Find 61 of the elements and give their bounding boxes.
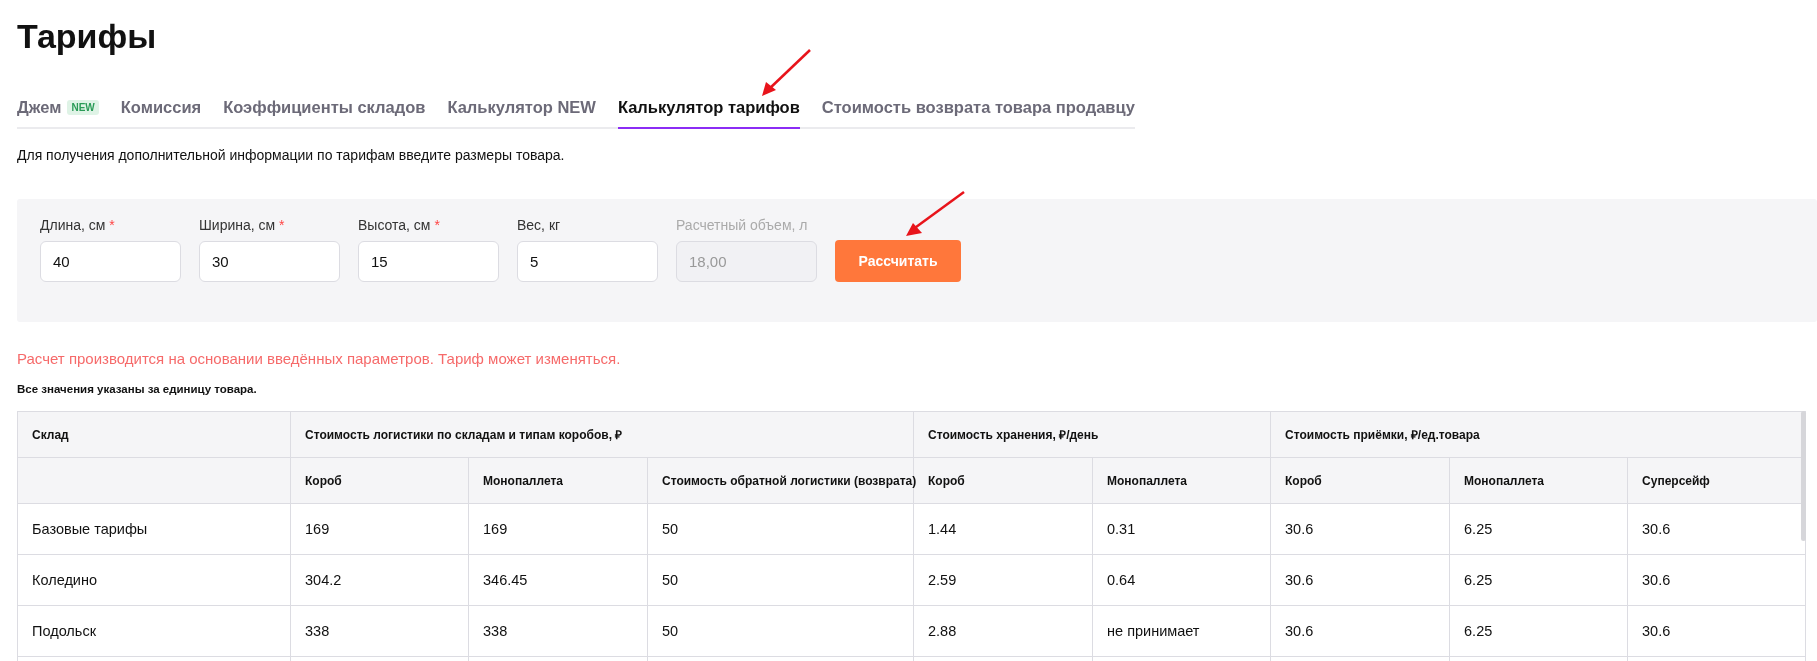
required-mark: * [109, 217, 115, 233]
table-cell: 30.6 [1270, 503, 1450, 555]
required-mark: * [434, 217, 440, 233]
note-text: Все значения указаны за единицу товара. [17, 383, 258, 395]
table-cell: 338 [290, 605, 469, 657]
scrollbar[interactable] [1801, 411, 1806, 541]
table-cell: 346.45 [468, 554, 648, 606]
input-field[interactable]: 40 [40, 241, 181, 282]
tab[interactable]: Калькулятор тарифов [617, 92, 800, 129]
annotation-arrow [906, 191, 965, 236]
table-cell: 304.2 [290, 554, 469, 606]
column-header: Короб [1270, 457, 1450, 504]
table-cell: 30.6 [1270, 554, 1450, 606]
table-cell: 50 [647, 554, 914, 606]
input-field[interactable]: 30 [199, 241, 340, 282]
column-header: Склад [17, 411, 291, 458]
table-cell: 6.25 [1449, 554, 1628, 606]
column-header: Стоимость хранения, ₽/день [913, 411, 1271, 458]
tab[interactable]: Калькулятор NEW [447, 92, 596, 129]
table-cell: 30.6 [1270, 605, 1450, 657]
table-cell: 30.6 [1627, 554, 1806, 606]
annotation-arrow [762, 49, 811, 96]
table-cell: 6.25 [1449, 503, 1628, 555]
table-cell: 2.88 [913, 605, 1093, 657]
table-cell: 50 [647, 605, 914, 657]
field-label: Длина, см * [40, 217, 116, 233]
table-cell: 30.6 [1627, 605, 1806, 657]
tab[interactable]: Джем NEW [17, 92, 99, 129]
table-cell: 169 [468, 503, 648, 555]
table-cell: 1.44 [913, 503, 1093, 555]
page-title: Тарифы [16, 16, 158, 57]
field-label: Расчетный объем, л [676, 217, 809, 233]
tab[interactable]: Стоимость возврата товара продавцу [821, 92, 1135, 129]
field-label: Вес, кг [517, 217, 562, 233]
table-cell: Коледино [17, 554, 291, 606]
column-header: Стоимость логистики по складам и типам коробов, ₽ [290, 411, 914, 458]
column-header: Стоимость обратной логистики (возврата) [647, 457, 914, 504]
field-label: Высота, см * [358, 217, 441, 233]
table-cell: 2.59 [913, 554, 1093, 606]
table-cell: 338 [468, 605, 648, 657]
column-header: Короб [290, 457, 469, 504]
input-field[interactable]: 15 [358, 241, 499, 282]
warning-text: Расчет производится на основании введённых параметров. Тариф может изменяться. [17, 350, 622, 367]
intro-text: Для получения дополнительной информации по тарифам введите размеры товара. [17, 147, 566, 163]
table-cell: 169 [290, 503, 469, 555]
table-cell: Подольск [17, 605, 291, 657]
new-badge: NEW [67, 100, 99, 115]
tab[interactable]: Коэффициенты складов [223, 92, 426, 129]
column-header: Монопаллета [1092, 457, 1271, 504]
tab[interactable]: Комиссия [120, 92, 202, 129]
column-header: Монопаллета [1449, 457, 1628, 504]
table-cell: не принимает [1092, 605, 1271, 657]
table-cell: Базовые тарифы [17, 503, 291, 555]
column-header: Монопаллета [468, 457, 648, 504]
table-cell: 50 [647, 503, 914, 555]
table-cell: 0.64 [1092, 554, 1271, 606]
field-label: Ширина, см * [199, 217, 286, 233]
required-mark: * [279, 217, 285, 233]
table-cell: 6.25 [1449, 605, 1628, 657]
input-field[interactable]: 5 [517, 241, 658, 282]
table-cell: 0.31 [1092, 503, 1271, 555]
